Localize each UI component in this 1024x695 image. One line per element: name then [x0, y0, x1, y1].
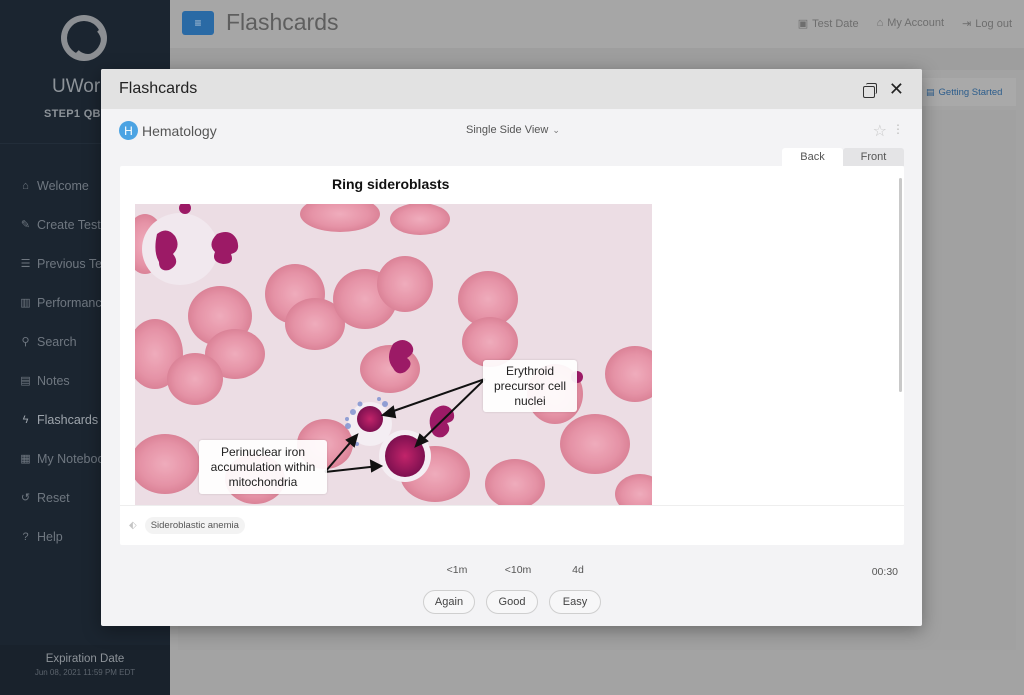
expiration-info: Expiration Date Jun 08, 2021 11:59 PM ED…	[0, 645, 170, 695]
help-icon: ?	[22, 530, 29, 543]
subject-label: H Hematology	[119, 121, 217, 140]
notebook-icon: ▦	[20, 453, 31, 465]
answer-buttons: Again Good Easy	[423, 590, 601, 614]
test-date-link[interactable]: ▣ Test Date	[798, 17, 859, 30]
sidebar-item-label: My Notebook	[37, 451, 111, 466]
my-account-label: My Account	[887, 17, 945, 29]
menu-toggle-button[interactable]: ≡	[182, 11, 214, 35]
expiration-label: Expiration Date	[45, 653, 125, 665]
restore-window-icon[interactable]	[862, 82, 877, 98]
sidebar-item-label: Flashcards	[37, 412, 99, 427]
getting-started-label: Getting Started	[938, 86, 1003, 98]
good-button[interactable]: Good	[486, 590, 538, 614]
easy-button[interactable]: Easy	[549, 590, 601, 614]
logout-icon: ⇥	[962, 18, 972, 30]
close-icon[interactable]: ✕	[889, 80, 904, 98]
subject-name: Hematology	[142, 122, 217, 139]
expiration-date: Jun 08, 2021 11:59 PM EDT	[34, 668, 136, 677]
reset-icon: ↺	[20, 492, 31, 504]
note-icon: ▤	[20, 375, 31, 387]
again-button[interactable]: Again	[423, 590, 475, 614]
sidebar-item-label: Create Test	[37, 217, 101, 232]
sidebar-item-label: Performance	[37, 295, 109, 310]
interval-easy: 4d	[572, 564, 584, 576]
card-toolbar: H Hematology Single Side View ⌄ ☆ ⋮	[101, 109, 922, 149]
bolt-icon: ϟ	[22, 413, 29, 426]
tab-back[interactable]: Back	[782, 148, 843, 166]
tag-chip[interactable]: Sideroblastic anemia	[144, 517, 245, 534]
review-intervals: <1m <10m 4d	[431, 564, 611, 576]
chart-icon: ▥	[20, 297, 31, 309]
sidebar-item-label: Reset	[37, 490, 70, 505]
modal-actions: ✕	[862, 80, 904, 98]
card-scrollbar[interactable]	[899, 178, 902, 392]
view-mode-label: Single Side View	[466, 124, 549, 136]
top-bar: ≡ Flashcards ▣ Test Date ⌂ My Account ⇥ Log…	[170, 0, 1024, 48]
document-icon: ▤	[926, 86, 935, 97]
logout-link[interactable]: ⇥ Log out	[962, 17, 1012, 30]
hamburger-icon: ≡	[194, 16, 202, 30]
top-links: ▣ Test Date ⌂ My Account ⇥ Log out	[798, 17, 1012, 30]
card-content: Ring sideroblasts Erythroid precursor ce…	[120, 166, 904, 505]
review-timer: 00:30	[871, 566, 898, 578]
sidebar-item-label: Notes	[37, 373, 70, 388]
list-icon: ☰	[20, 258, 31, 270]
test-date-label: Test Date	[812, 18, 859, 30]
logout-label: Log out	[975, 18, 1012, 30]
tab-front[interactable]: Front	[843, 148, 904, 166]
card-title: Ring sideroblasts	[332, 176, 450, 192]
getting-started-link[interactable]: ▤ Getting Started	[920, 78, 1016, 106]
sidebar-item-label: Welcome	[37, 178, 89, 193]
flashcards-modal: Flashcards ✕ H Hematology Single Side Vi…	[101, 69, 922, 626]
star-icon[interactable]: ☆	[873, 121, 887, 141]
page-title: Flashcards	[226, 9, 339, 35]
sidebar-item-label: Search	[37, 334, 77, 349]
view-mode-select[interactable]: Single Side View ⌄	[466, 124, 560, 136]
sidebar-item-label: Help	[37, 529, 63, 544]
uworld-logo-icon	[61, 15, 107, 61]
home-icon: ⌂	[22, 179, 29, 192]
my-account-link[interactable]: ⌂ My Account	[877, 17, 945, 30]
edit-icon: ✎	[20, 219, 31, 231]
background-strip	[170, 48, 1024, 70]
card-side-tabs: Back Front	[782, 148, 904, 166]
tag-icon: ⬖	[129, 520, 137, 531]
card-tags: ⬖ Sideroblastic anemia	[120, 505, 904, 545]
calendar-icon: ▣	[797, 18, 809, 30]
modal-title: Flashcards	[119, 80, 198, 97]
chevron-down-icon: ⌄	[552, 125, 560, 135]
search-icon: ⚲	[21, 336, 30, 348]
ring-sideroblasts-image: Erythroid precursor cell nuclei Perinucl…	[135, 204, 652, 505]
more-options-icon[interactable]: ⋮	[892, 123, 904, 135]
interval-good: <10m	[504, 564, 532, 576]
flashcard: Ring sideroblasts Erythroid precursor ce…	[120, 166, 904, 545]
callout-perinuclear-iron: Perinuclear iron accumulation within mit…	[199, 440, 327, 494]
home-icon: ⌂	[876, 17, 884, 29]
subject-initial-badge: H	[119, 121, 138, 140]
interval-again: <1m	[446, 564, 468, 576]
callout-erythroid-nuclei: Erythroid precursor cell nuclei	[483, 360, 577, 412]
modal-header: Flashcards ✕	[101, 69, 922, 109]
